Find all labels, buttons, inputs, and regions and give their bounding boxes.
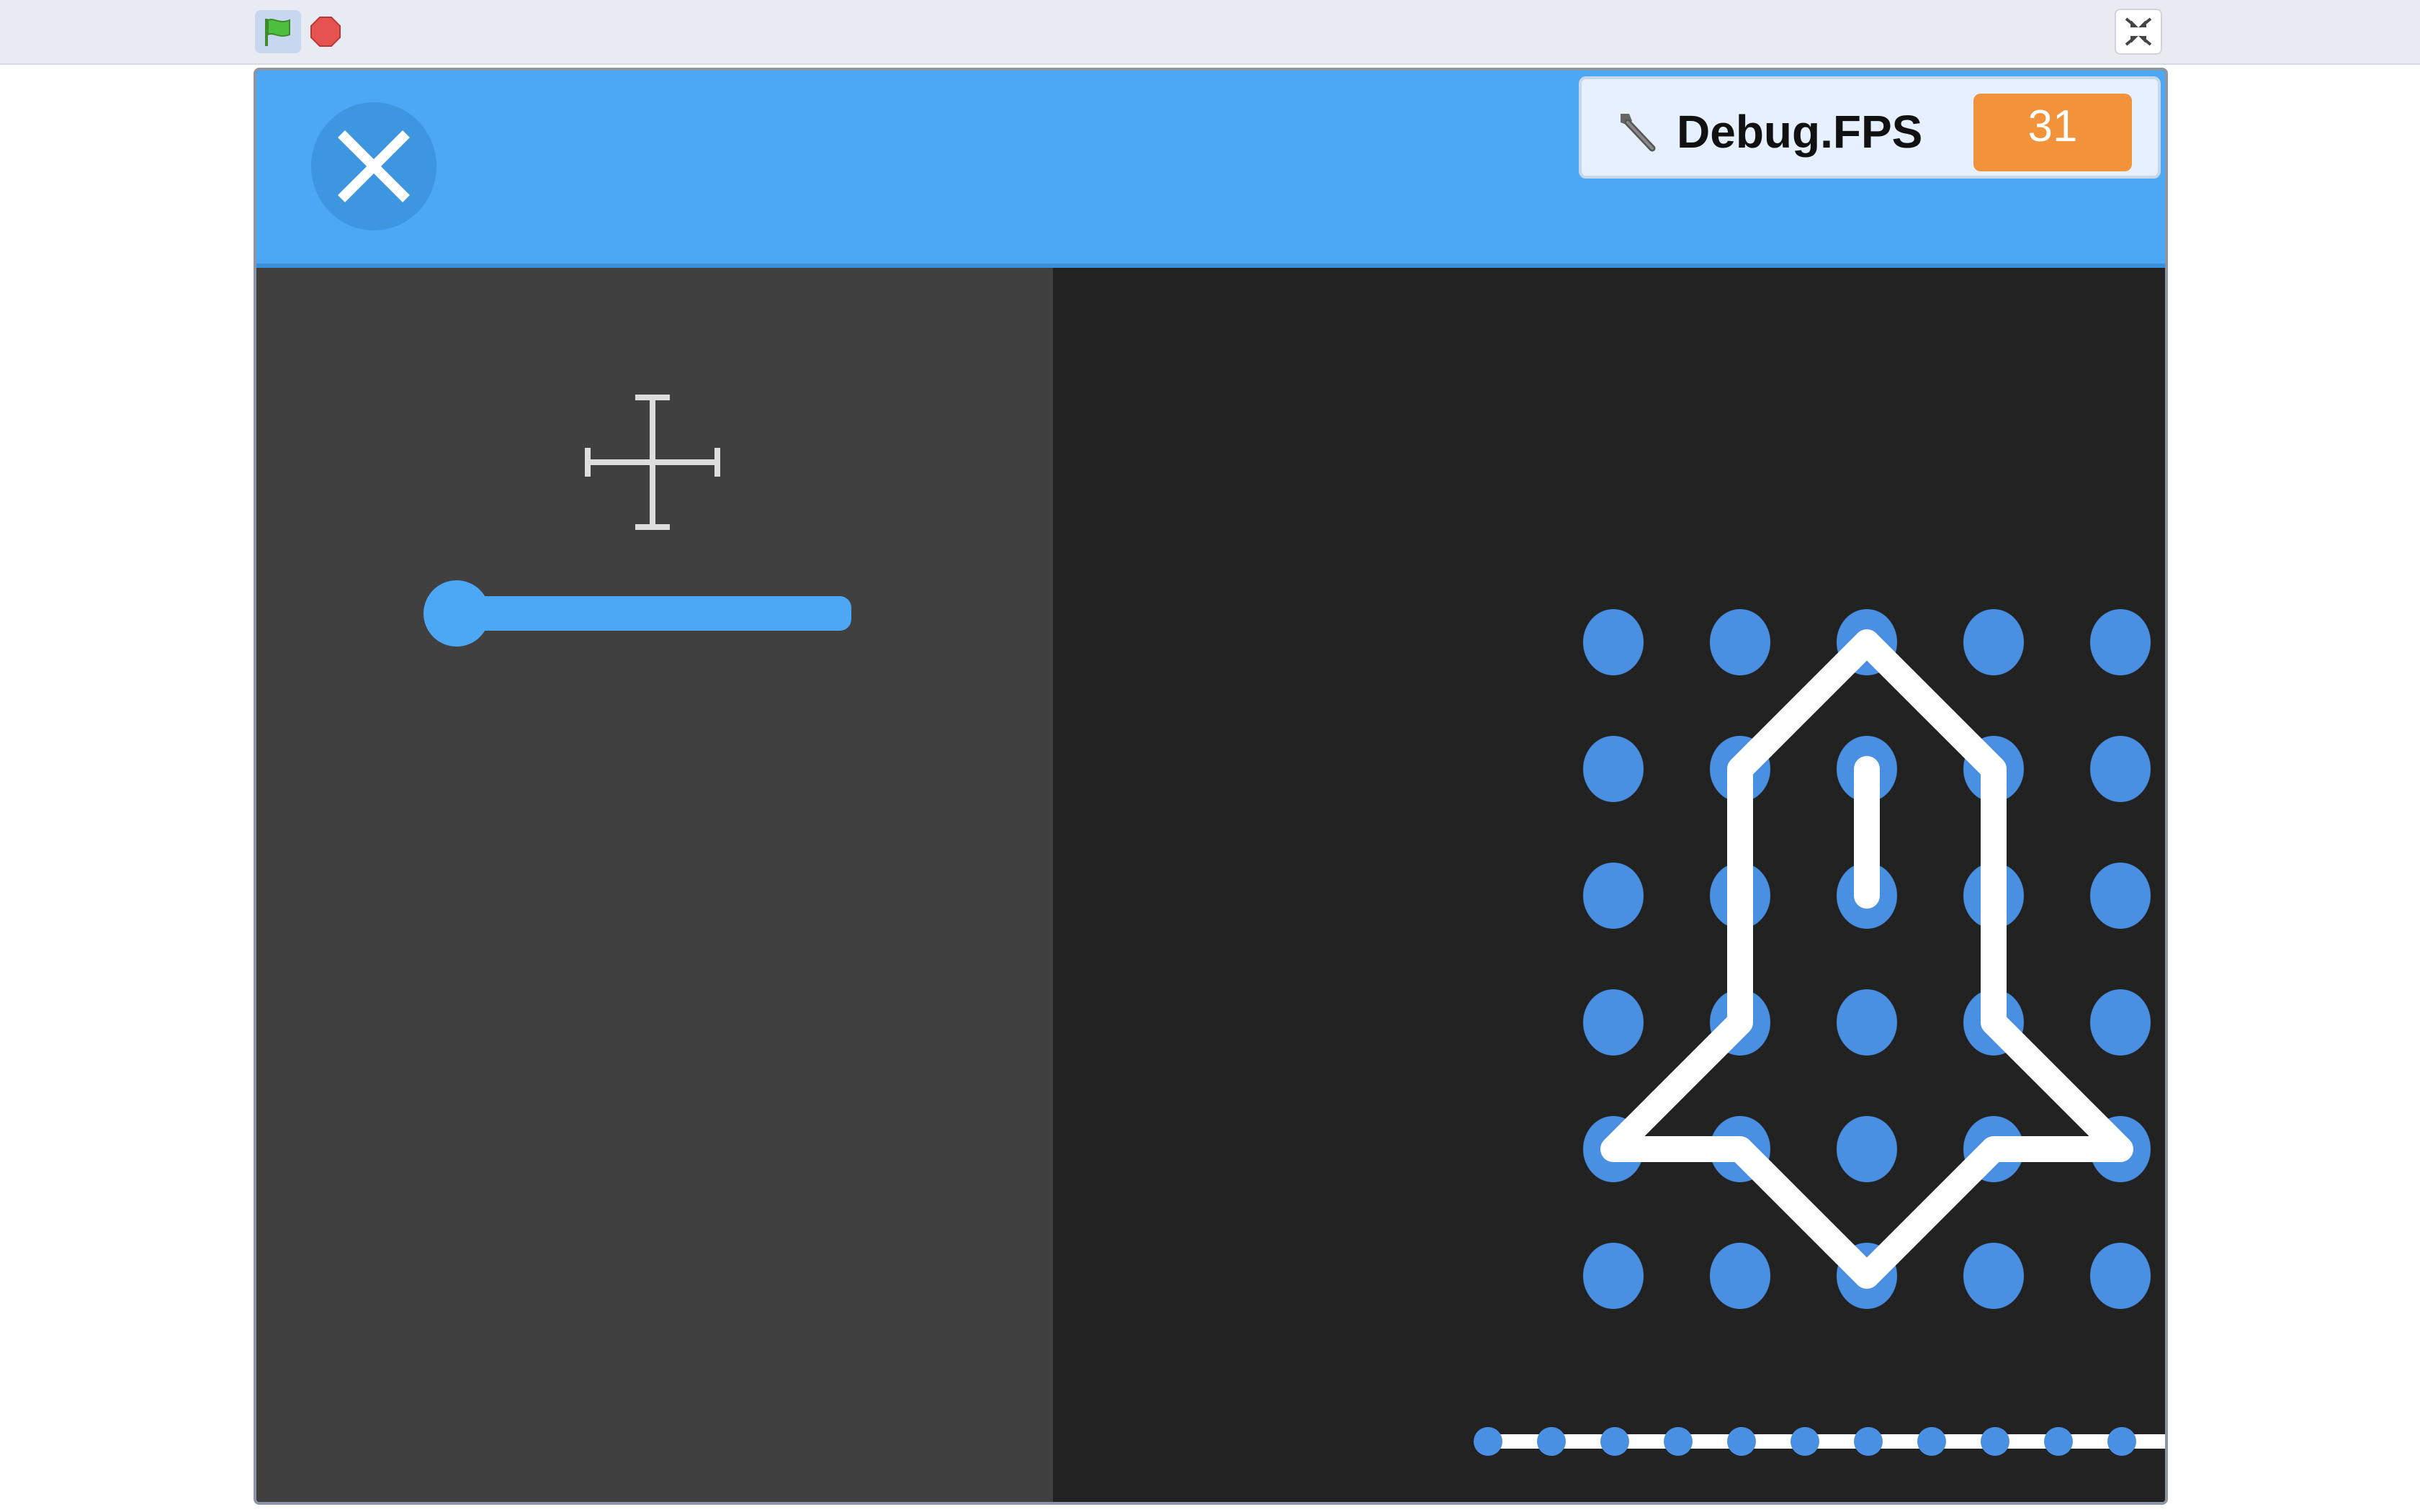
close-button[interactable] <box>311 102 436 230</box>
monitor-label: Debug.FPS <box>1677 106 1923 158</box>
timeline-frame[interactable] <box>1791 1427 1819 1456</box>
timeline-frame[interactable] <box>1600 1427 1629 1456</box>
stop-button[interactable] <box>310 16 341 48</box>
timeline-frame[interactable] <box>1474 1427 1502 1456</box>
monitor-value: 31 <box>1973 94 2132 171</box>
variable-monitor: Debug.FPS 31 <box>1579 76 2161 179</box>
move-icon[interactable] <box>581 390 725 534</box>
wrench-icon <box>1621 114 1656 152</box>
timeline-frame[interactable] <box>1727 1427 1756 1456</box>
timeline-frame[interactable] <box>2107 1427 2136 1456</box>
drawing-canvas[interactable] <box>1053 268 2168 1502</box>
grid-points <box>1583 609 2151 1309</box>
tool-panel <box>256 268 1053 1502</box>
green-flag-button[interactable] <box>255 10 301 53</box>
frame-timeline[interactable] <box>1472 1405 2168 1477</box>
game-stage: Debug.FPS 31 <box>254 68 2168 1505</box>
timeline-frame[interactable] <box>1854 1427 1883 1456</box>
ship-sprite-grid <box>1583 609 2151 1309</box>
zoom-slider[interactable] <box>421 570 867 649</box>
timeline-frame[interactable] <box>1917 1427 1946 1456</box>
timeline-frame[interactable] <box>2044 1427 2073 1456</box>
exit-fullscreen-icon <box>2125 17 2152 46</box>
editor-header: Debug.FPS 31 <box>256 71 2165 268</box>
exit-fullscreen-button[interactable] <box>2115 9 2162 55</box>
stop-icon <box>310 17 341 47</box>
timeline-frame[interactable] <box>1981 1427 2009 1456</box>
timeline-frame[interactable] <box>1664 1427 1693 1456</box>
green-flag-icon <box>265 19 290 46</box>
timeline-frame[interactable] <box>1537 1427 1566 1456</box>
stage-toolbar <box>0 0 2420 65</box>
close-icon <box>338 130 410 202</box>
zoom-slider-handle[interactable] <box>424 580 490 647</box>
